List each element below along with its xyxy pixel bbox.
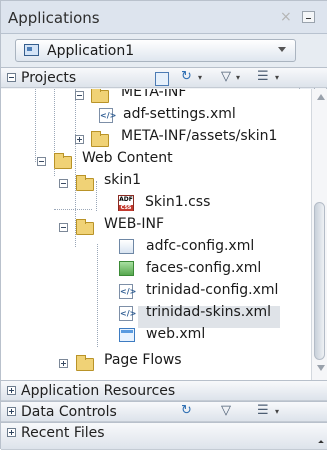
filter-icon[interactable]: ▽ — [221, 70, 231, 83]
tree-item-label: WEB-INF — [104, 216, 164, 232]
tree-item-meta-inf[interactable]: META-INF — [41, 89, 301, 105]
tree-item-trinidad-config-xml[interactable]: </> trinidad-config.xml — [101, 281, 306, 303]
expand-icon[interactable] — [7, 386, 16, 395]
collapse-icon[interactable] — [7, 73, 16, 82]
projects-header[interactable]: Projects ↻ ▾ ▽ ▾ ☰ ▾ — [1, 67, 327, 88]
tree-guide-line — [97, 244, 98, 347]
data-controls-header[interactable]: Data Controls ↻ ▽ ☰ ▾ — [1, 401, 327, 422]
window-titlebar: Applications × — [1, 1, 327, 34]
tree-item-label: web.xml — [146, 326, 206, 342]
expand-icon[interactable] — [75, 135, 84, 144]
tree-item-meta-inf-assets-skin1[interactable]: META-INF/assets/skin1 — [41, 127, 311, 149]
tree-item-page-flows[interactable]: Page Flows — [46, 351, 226, 373]
tree-item-label: adfc-config.xml — [146, 238, 255, 254]
tree-item-label: trinidad-skins.xml — [146, 304, 272, 320]
view-options-icon[interactable]: ☰ — [257, 404, 269, 417]
tree-item-skin1[interactable]: skin1 — [46, 171, 266, 193]
tree-item-label: Skin1.css — [145, 194, 211, 210]
recent-files-title: Recent Files — [21, 425, 105, 441]
expand-icon[interactable] — [59, 359, 68, 368]
css-file-icon: ADF CSS — [118, 195, 134, 211]
scroll-thumb[interactable] — [314, 202, 325, 360]
folder-icon — [91, 89, 109, 103]
application-resources-title: Application Resources — [21, 383, 176, 399]
folder-icon — [54, 153, 72, 169]
collapse-icon[interactable] — [37, 157, 46, 166]
folder-icon — [76, 219, 94, 235]
config-file-icon — [119, 239, 134, 254]
scroll-down-icon[interactable] — [317, 365, 325, 371]
application-selector[interactable]: Application1 — [15, 39, 296, 62]
refresh-icon[interactable]: ↻ — [181, 70, 192, 83]
tree-item-faces-config-xml[interactable]: faces-config.xml — [101, 259, 291, 281]
recent-files-header[interactable]: Recent Files — [1, 422, 327, 450]
chevron-down-icon[interactable] — [278, 47, 286, 52]
web-xml-file-icon — [119, 328, 135, 342]
tree-item-web-xml[interactable]: web.xml — [101, 325, 251, 347]
data-controls-title: Data Controls — [21, 404, 117, 420]
tree-item-web-inf[interactable]: WEB-INF — [46, 215, 266, 237]
collapse-icon[interactable] — [59, 179, 68, 188]
tree-item-trinidad-skins-xml[interactable]: </> trinidad-skins.xml — [101, 303, 291, 325]
folder-icon — [76, 355, 94, 371]
collapse-icon[interactable] — [75, 91, 84, 100]
xml-file-icon: </> — [119, 284, 136, 299]
tree-item-adfc-config-xml[interactable]: adfc-config.xml — [101, 237, 291, 259]
view-options-chevron-icon[interactable]: ▾ — [275, 71, 279, 84]
view-options-icon[interactable]: ☰ — [257, 70, 269, 83]
folder-icon — [91, 131, 109, 147]
tree-item-adf-settings-xml[interactable]: </> adf-settings.xml — [71, 105, 311, 127]
projects-title: Projects — [21, 70, 77, 86]
applications-panel: Applications × Application1 Projects ↻ ▾… — [0, 0, 327, 450]
filter-icon[interactable]: ▽ — [221, 404, 231, 417]
collapse-icon[interactable] — [59, 223, 68, 232]
tree-item-web-content[interactable]: Web Content — [26, 149, 296, 171]
tree-item-label: faces-config.xml — [146, 260, 262, 276]
resize-corner-icon[interactable] — [318, 440, 324, 446]
refresh-icon[interactable]: ↻ — [181, 404, 192, 417]
xml-file-icon: </> — [119, 306, 136, 321]
xml-file-icon: </> — [99, 108, 116, 123]
minimize-button[interactable] — [302, 11, 315, 23]
refresh-menu-chevron-icon[interactable]: ▾ — [198, 71, 202, 84]
expand-icon[interactable] — [7, 428, 16, 437]
filter-menu-chevron-icon[interactable]: ▾ — [236, 71, 240, 84]
tree-item-label: META-INF — [121, 89, 187, 100]
application-icon — [24, 44, 39, 56]
tree-item-skin1-css[interactable]: ADF CSS Skin1.css — [101, 193, 261, 215]
tree-item-label: META-INF/assets/skin1 — [121, 128, 278, 144]
application-resources-header[interactable]: Application Resources — [1, 380, 327, 401]
view-options-chevron-icon[interactable]: ▾ — [275, 405, 279, 418]
project-tree: META-INF </> adf-settings.xml META-INF/a… — [1, 89, 327, 380]
close-icon[interactable]: × — [280, 9, 292, 25]
tree-item-label: Page Flows — [104, 352, 182, 368]
application-selector-value: Application1 — [47, 43, 135, 59]
faces-config-file-icon — [119, 261, 134, 276]
tree-item-label: Web Content — [82, 150, 173, 166]
tree-guide-line — [54, 209, 92, 210]
expand-icon[interactable] — [7, 407, 16, 416]
scroll-up-icon[interactable] — [317, 94, 325, 100]
window-title: Applications — [8, 9, 100, 27]
tree-item-label: adf-settings.xml — [123, 106, 236, 122]
navigator-search-icon[interactable] — [155, 72, 169, 86]
folder-icon — [76, 175, 94, 191]
tree-item-label: skin1 — [104, 172, 142, 188]
tree-scrollbar[interactable] — [311, 89, 327, 380]
tree-item-label: trinidad-config.xml — [146, 282, 279, 298]
application-selector-bar: Application1 — [1, 34, 327, 93]
